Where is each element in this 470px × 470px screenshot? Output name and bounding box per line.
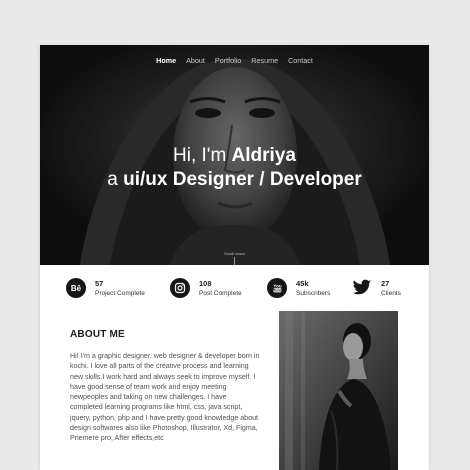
stat-projects: Bē 57 Project Complete <box>66 273 145 303</box>
main-nav: Home About Portfolio Resume Contact <box>40 56 429 65</box>
hero-greeting: Hi, I'm <box>173 145 232 166</box>
portfolio-page: Home About Portfolio Resume Contact Hi, … <box>40 45 429 470</box>
hero-role: ui/ux Designer / Developer <box>123 169 362 190</box>
about-paragraph: Hi! I'm a graphic designer, web designer… <box>70 352 260 443</box>
svg-text:Bē: Bē <box>71 284 82 293</box>
scroll-indicator-line <box>234 257 235 265</box>
nav-item-contact[interactable]: Contact <box>288 56 313 65</box>
stat-posts: 108 Post Complete <box>170 273 242 303</box>
instagram-icon[interactable] <box>170 278 190 298</box>
scroll-down-label[interactable]: Scroll down <box>40 251 429 256</box>
hero-greeting-line: Hi, I'm Aldriya <box>40 144 429 167</box>
hero-headline: Hi, I'm Aldriya a ui/ux Designer / Devel… <box>40 144 429 192</box>
stat-projects-value: 57 <box>95 278 104 288</box>
about-heading: ABOUT ME <box>70 329 125 340</box>
stat-subscribers: You Tube 45k Subscribers <box>267 273 330 303</box>
twitter-icon[interactable] <box>352 278 372 298</box>
nav-item-portfolio[interactable]: Portfolio <box>215 56 241 65</box>
hero-section: Home About Portfolio Resume Contact Hi, … <box>40 45 429 265</box>
profile-photo <box>279 311 398 470</box>
stat-posts-label: Post Complete <box>199 289 242 297</box>
hero-article: a <box>107 169 124 190</box>
nav-item-home[interactable]: Home <box>156 56 176 65</box>
stat-posts-value: 108 <box>199 278 212 288</box>
stat-clients-value: 27 <box>381 278 390 288</box>
youtube-icon[interactable]: You Tube <box>267 278 287 298</box>
behance-icon[interactable]: Bē <box>66 278 86 298</box>
nav-item-resume[interactable]: Resume <box>251 56 278 65</box>
hero-role-line: a ui/ux Designer / Developer <box>40 167 429 192</box>
stat-subscribers-label: Subscribers <box>296 289 331 297</box>
stat-clients-label: Clients <box>381 289 401 297</box>
stats-bar: Bē 57 Project Complete 108 Post Complete… <box>40 273 429 307</box>
stat-projects-label: Project Complete <box>95 289 145 297</box>
nav-item-about[interactable]: About <box>186 56 205 65</box>
stat-clients: 27 Clients <box>352 273 401 303</box>
stat-subscribers-value: 45k <box>296 278 309 288</box>
svg-text:Tube: Tube <box>273 289 281 293</box>
hero-name: Aldriya <box>231 145 296 166</box>
